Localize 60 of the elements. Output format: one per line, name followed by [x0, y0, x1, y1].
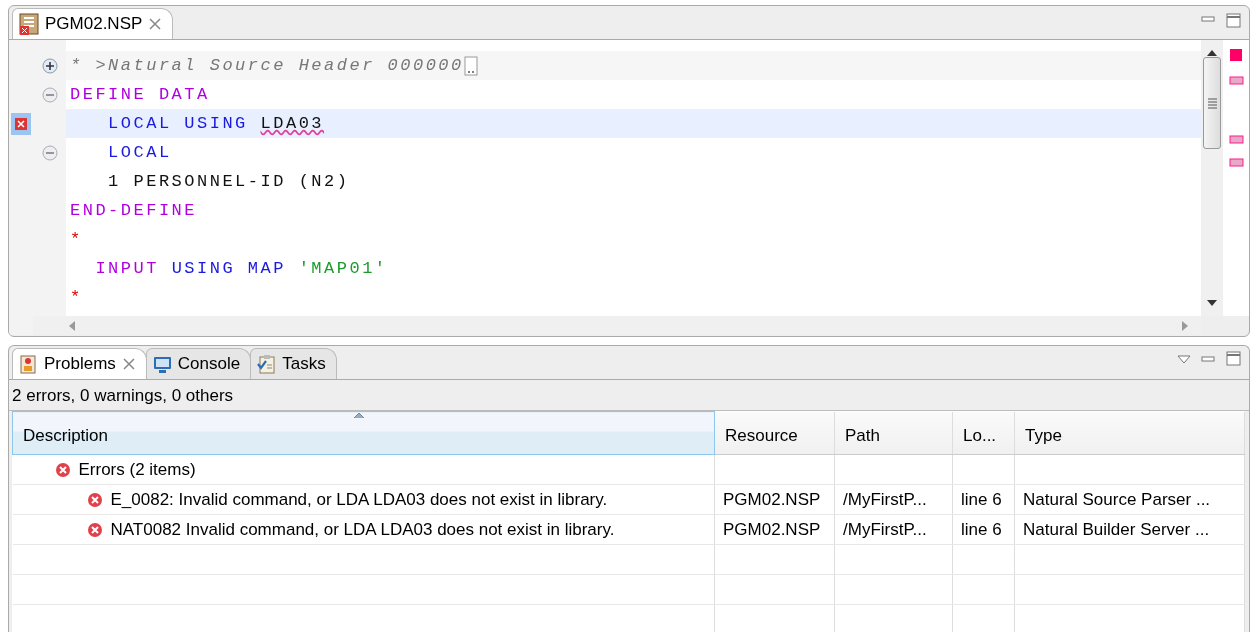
error-icon: [86, 491, 103, 508]
collapse-icon[interactable]: [41, 144, 58, 161]
column-header[interactable]: Type: [1014, 411, 1245, 455]
error-message: NAT0082 Invalid command, or LDA LDA03 does not exist in library.: [110, 519, 615, 540]
scrollbar-thumb[interactable]: [1203, 57, 1221, 149]
collapse-icon[interactable]: [41, 86, 58, 103]
error-summary-icon: [1229, 48, 1243, 62]
table-cell: Natural Source Parser ...: [1014, 484, 1245, 515]
table-cell: PGM02.NSP: [714, 514, 835, 545]
clipboard-check-icon: [257, 354, 277, 374]
dropdown-icon[interactable]: [1177, 353, 1191, 364]
error-mark-icon[interactable]: [1228, 158, 1244, 167]
table-cell: line 6: [952, 484, 1015, 515]
tab-title: Tasks: [282, 354, 326, 374]
column-header[interactable]: Lo...: [952, 411, 1015, 455]
error-icon: [86, 521, 103, 538]
table-cell: Natural Builder Server ...: [1014, 514, 1245, 545]
column-header[interactable]: Resource: [714, 411, 835, 455]
source-file-icon: [19, 12, 39, 36]
tab-title: Console: [177, 354, 241, 374]
error-mark-icon[interactable]: [1228, 135, 1244, 144]
scroll-left-icon[interactable]: [68, 319, 76, 332]
table-cell: line 6: [952, 514, 1015, 545]
tab-title: Problems: [44, 354, 116, 374]
expand-icon[interactable]: [41, 57, 58, 74]
folded-text-icon: [463, 55, 478, 76]
column-header[interactable]: Path: [834, 411, 953, 455]
code-line: INPUT USING MAP 'MAP01': [94, 258, 389, 280]
grip-icon: [1206, 97, 1218, 109]
tab-title: PGM02.NSP: [45, 14, 143, 34]
code-line: END-DEFINE: [69, 200, 199, 222]
tab[interactable]: Tasks: [250, 348, 337, 379]
problems-icon: [19, 354, 38, 374]
close-icon[interactable]: [121, 357, 136, 371]
close-icon[interactable]: [148, 17, 163, 31]
column-header[interactable]: Description: [12, 411, 715, 455]
group-label: Errors (2 items): [78, 459, 196, 480]
maximize-icon[interactable]: [1226, 13, 1241, 28]
group-cell[interactable]: Errors (2 items): [12, 454, 715, 485]
error-mark-icon[interactable]: [1228, 76, 1244, 85]
problems-summary: 2 errors, 0 warnings, 0 others: [12, 386, 234, 405]
error-message: E_0082: Invalid command, or LDA LDA03 does not exist in library.: [110, 489, 608, 510]
monitor-icon: [152, 354, 172, 374]
code-line: *: [69, 229, 84, 251]
table-cell: /MyFirstP...: [834, 514, 953, 545]
maximize-icon[interactable]: [1226, 351, 1241, 366]
code-line: *: [69, 287, 84, 309]
table-cell: /MyFirstP...: [834, 484, 953, 515]
code-line: DEFINE DATA: [69, 84, 211, 106]
tab[interactable]: Problems: [12, 348, 147, 379]
code-line: 1 PERSONNEL-ID (N2): [107, 171, 351, 193]
sort-ascending-icon: [353, 412, 365, 419]
error-icon: [54, 461, 71, 478]
tab[interactable]: PGM02.NSP: [12, 8, 174, 39]
tab[interactable]: Console: [145, 348, 252, 379]
table-cell: PGM02.NSP: [714, 484, 835, 515]
code-line: LOCAL: [107, 142, 173, 164]
minimize-icon[interactable]: [1201, 13, 1216, 25]
scroll-down-icon[interactable]: [1206, 299, 1218, 308]
scroll-right-icon[interactable]: [1181, 319, 1189, 332]
